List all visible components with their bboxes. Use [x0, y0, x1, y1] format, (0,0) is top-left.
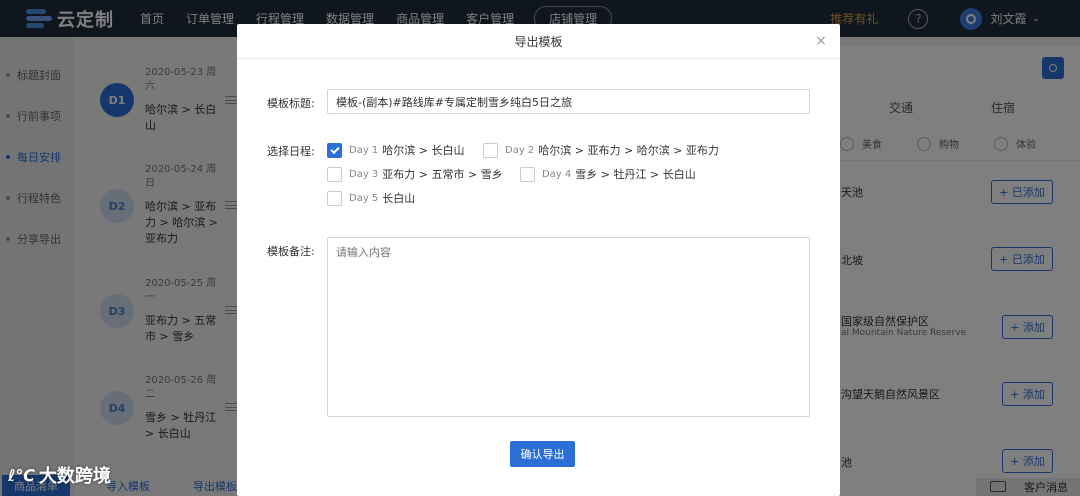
template-note-label: 模板备注: — [267, 245, 315, 258]
day-number: Day 2 — [505, 144, 535, 156]
watermark: ℓ℃ 大数跨境 — [8, 462, 111, 488]
day-checkbox-2[interactable]: Day 2 哈尔滨 > 亚布力 > 哈尔滨 > 亚布力 — [483, 142, 719, 158]
watermark-text: 大数跨境 — [38, 466, 111, 487]
day-number: Day 1 — [349, 144, 379, 156]
checkbox-icon — [327, 166, 342, 182]
day-route: 哈尔滨 > 亚布力 > 哈尔滨 > 亚布力 — [538, 144, 719, 157]
schedule-label: 选择日程: — [267, 145, 315, 158]
day-checkbox-4[interactable]: Day 4 雪乡 > 牡丹江 > 长白山 — [520, 166, 696, 182]
day-checkbox-1[interactable]: Day 1 哈尔滨 > 长白山 — [327, 142, 465, 158]
close-icon[interactable]: × — [814, 34, 828, 48]
day-route: 长白山 — [382, 192, 416, 205]
checkbox-icon — [327, 190, 342, 206]
day-checkbox-3[interactable]: Day 3 亚布力 > 五常市 > 雪乡 — [327, 166, 503, 182]
export-template-dialog: 导出模板 × 模板标题: 模板-(副本)#路线库#专属定制雪乡纯白5日之旅 选择… — [237, 24, 840, 496]
day-route: 哈尔滨 > 长白山 — [382, 144, 465, 157]
checkbox-icon — [520, 166, 535, 182]
watermark-logo-icon: ℓ℃ — [8, 465, 35, 485]
day-checkbox-5[interactable]: Day 5 长白山 — [327, 190, 415, 206]
template-title-label: 模板标题: — [267, 97, 315, 110]
template-note-textarea[interactable] — [327, 237, 810, 417]
day-number: Day 3 — [349, 168, 379, 180]
checkbox-icon — [483, 142, 498, 158]
day-route: 亚布力 > 五常市 > 雪乡 — [382, 168, 503, 181]
checkbox-checked-icon — [327, 142, 342, 158]
template-title-input[interactable]: 模板-(副本)#路线库#专属定制雪乡纯白5日之旅 — [327, 89, 810, 114]
dialog-title: 导出模板 — [237, 24, 840, 59]
confirm-export-button[interactable]: 确认导出 — [510, 441, 575, 467]
day-route: 雪乡 > 牡丹江 > 长白山 — [575, 168, 696, 181]
day-number: Day 4 — [542, 168, 572, 180]
day-number: Day 5 — [349, 192, 379, 204]
